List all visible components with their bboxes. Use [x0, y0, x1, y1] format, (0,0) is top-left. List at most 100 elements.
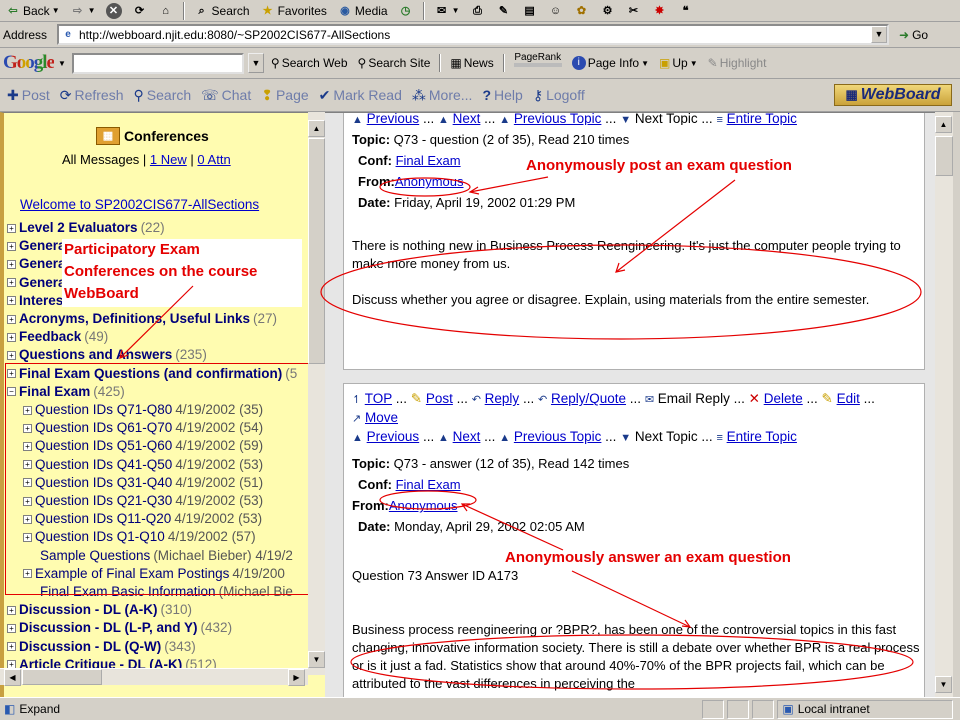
scroll-down-icon[interactable]: ▼ [308, 651, 325, 668]
attn-messages-link[interactable]: 0 Attn [197, 152, 230, 167]
tools-button[interactable]: ⚙ [597, 1, 619, 21]
virus-button[interactable]: ✸ [649, 1, 671, 21]
expand-icon[interactable]: + [7, 624, 16, 634]
expand-icon[interactable]: + [7, 314, 16, 324]
go-button[interactable]: ➜ Go [899, 28, 928, 42]
webboard-logo: ▦ WebBoard [834, 84, 952, 106]
entire-topic-link[interactable]: Entire Topic [727, 429, 797, 444]
tree-category[interactable]: + Feedback (49) [7, 328, 317, 346]
reply-quote-link[interactable]: Reply/Quote [551, 391, 626, 406]
back-arrow-icon: ⇦ [8, 4, 18, 17]
scroll-up-icon[interactable]: ▲ [308, 120, 325, 137]
post-button[interactable]: ✚ Post [3, 87, 54, 104]
up-button[interactable]: ▣ Up ▼ [656, 53, 701, 73]
expand-icon[interactable]: + [7, 260, 16, 269]
tree-category[interactable]: + Level 2 Evaluators (22) [7, 219, 317, 237]
email-reply[interactable]: Email Reply [658, 391, 730, 406]
tree-category[interactable]: + Acronyms, Definitions, Useful Links (27) [7, 310, 317, 328]
top-link[interactable]: TOP [365, 391, 392, 406]
author-link[interactable]: Anonymous [395, 174, 464, 189]
media-icon: ◉ [340, 4, 350, 17]
post-link[interactable]: Post [426, 391, 453, 406]
mark-read-button[interactable]: ✔ Mark Read [315, 87, 406, 104]
messenger-button[interactable]: ☺ [545, 1, 567, 21]
tree-category[interactable]: + Discussion - DL (A-K) (310) [7, 601, 317, 619]
expand-icon[interactable]: + [7, 642, 16, 652]
new-messages-link[interactable]: 1 New [150, 152, 187, 167]
edit-link[interactable]: Edit [837, 391, 860, 406]
address-dropdown-icon[interactable]: ▼ [871, 26, 887, 43]
welcome-link[interactable]: Welcome to SP2002CIS677-AllSections [20, 197, 259, 212]
next-icon: ▲ [437, 432, 449, 444]
previous-link[interactable]: Previous [367, 429, 420, 444]
dropdown-icon: ▼ [87, 6, 96, 15]
page-info-button[interactable]: i Page Info ▼ [569, 53, 652, 73]
page-button[interactable]: ❢ Page [257, 87, 312, 104]
conf-link[interactable]: Final Exam [396, 477, 461, 492]
scissors-button[interactable]: ✂ [623, 1, 645, 21]
google-search-dropdown[interactable]: ▼ [247, 53, 264, 73]
discuss-button[interactable]: ▤ [519, 1, 541, 21]
expand-icon[interactable]: + [7, 278, 16, 288]
delete-link[interactable]: Delete [764, 391, 803, 406]
previous-link[interactable]: Previous [367, 113, 420, 125]
more-button[interactable]: ⁂ More... [408, 87, 477, 104]
google-search-input[interactable] [71, 52, 244, 74]
back-button[interactable]: ⇦ Back ▼ [2, 1, 63, 21]
next-link[interactable]: Next [453, 113, 481, 125]
reply-link[interactable]: Reply [485, 391, 520, 406]
scroll-thumb[interactable] [308, 138, 325, 364]
move-link[interactable]: Move [365, 410, 398, 425]
tree-category[interactable]: + Discussion - DL (L-P, and Y) (432) [7, 619, 317, 637]
scroll-thumb[interactable] [22, 669, 102, 685]
stop-button[interactable]: ✕ [103, 1, 125, 21]
scroll-right-icon[interactable]: ▶ [288, 669, 305, 686]
help-button[interactable]: ? Help [478, 87, 526, 103]
mail-button[interactable]: ✉ ▼ [431, 1, 463, 21]
forward-button[interactable]: ⇨ ▼ [67, 1, 99, 21]
previous-topic-link[interactable]: Previous Topic [514, 113, 602, 125]
refresh-button[interactable]: ⟳ [129, 1, 151, 21]
chat-bubble-button[interactable]: ❝ [675, 1, 697, 21]
right-vertical-scrollbar[interactable]: ▲ ▼ [935, 112, 953, 697]
conf-link[interactable]: Final Exam [396, 153, 461, 168]
home-button[interactable]: ⌂ [155, 1, 177, 21]
expand-icon[interactable]: + [7, 605, 16, 615]
research-button[interactable]: ✿ [571, 1, 593, 21]
board-search-button[interactable]: ⚲ Search [130, 87, 196, 104]
chat-button[interactable]: ☏ Chat [197, 87, 255, 104]
scroll-thumb[interactable] [935, 136, 953, 176]
highlight-button[interactable]: ✎ Highlight [705, 53, 770, 73]
entire-topic-link[interactable]: Entire Topic [727, 113, 797, 125]
search-button[interactable]: ⌕ Search [191, 1, 253, 21]
refresh-board-button[interactable]: ⟳ Refresh [56, 87, 128, 104]
stop-icon: ✕ [105, 2, 122, 19]
favorites-button[interactable]: ★ Favorites [257, 1, 330, 21]
expand-icon[interactable]: + [7, 351, 16, 361]
print-button[interactable]: ⎙ [467, 1, 489, 21]
scroll-left-icon[interactable]: ◀ [4, 669, 21, 686]
tree-category[interactable]: + Discussion - DL (Q-W) (343) [7, 638, 317, 656]
search-site-button[interactable]: ⚲ Search Site [355, 53, 434, 73]
scroll-up-icon[interactable]: ▲ [935, 116, 952, 133]
author-link[interactable]: Anonymous [389, 498, 458, 513]
edit-button[interactable]: ✎ [493, 1, 515, 21]
next-link[interactable]: Next [453, 429, 481, 444]
tree-category[interactable]: + Questions and Answers (235) [7, 346, 317, 364]
media-button[interactable]: ◉ Media [334, 1, 391, 21]
history-button[interactable]: ◷ [395, 1, 417, 21]
scroll-down-icon[interactable]: ▼ [935, 676, 952, 693]
expand-icon[interactable]: + [7, 241, 16, 251]
previous-topic-link[interactable]: Previous Topic [514, 429, 602, 444]
expand-icon[interactable]: + [7, 332, 16, 342]
expand-icon[interactable]: + [7, 223, 16, 233]
search-web-button[interactable]: ⚲ Search Web [268, 53, 351, 73]
left-vertical-scrollbar[interactable]: ▲ ▼ [308, 112, 325, 675]
left-horizontal-scrollbar[interactable]: ◀ ▶ [0, 668, 308, 686]
google-logo[interactable]: Google [3, 52, 55, 74]
address-field[interactable]: e http://webboard.njit.edu:8080/~SP2002C… [57, 24, 889, 45]
logoff-button[interactable]: ⚷ Logoff [529, 87, 589, 104]
expand-icon[interactable]: + [7, 296, 16, 306]
news-button[interactable]: ▦ News [447, 53, 496, 73]
pagerank-indicator[interactable]: PageRank [511, 53, 565, 73]
